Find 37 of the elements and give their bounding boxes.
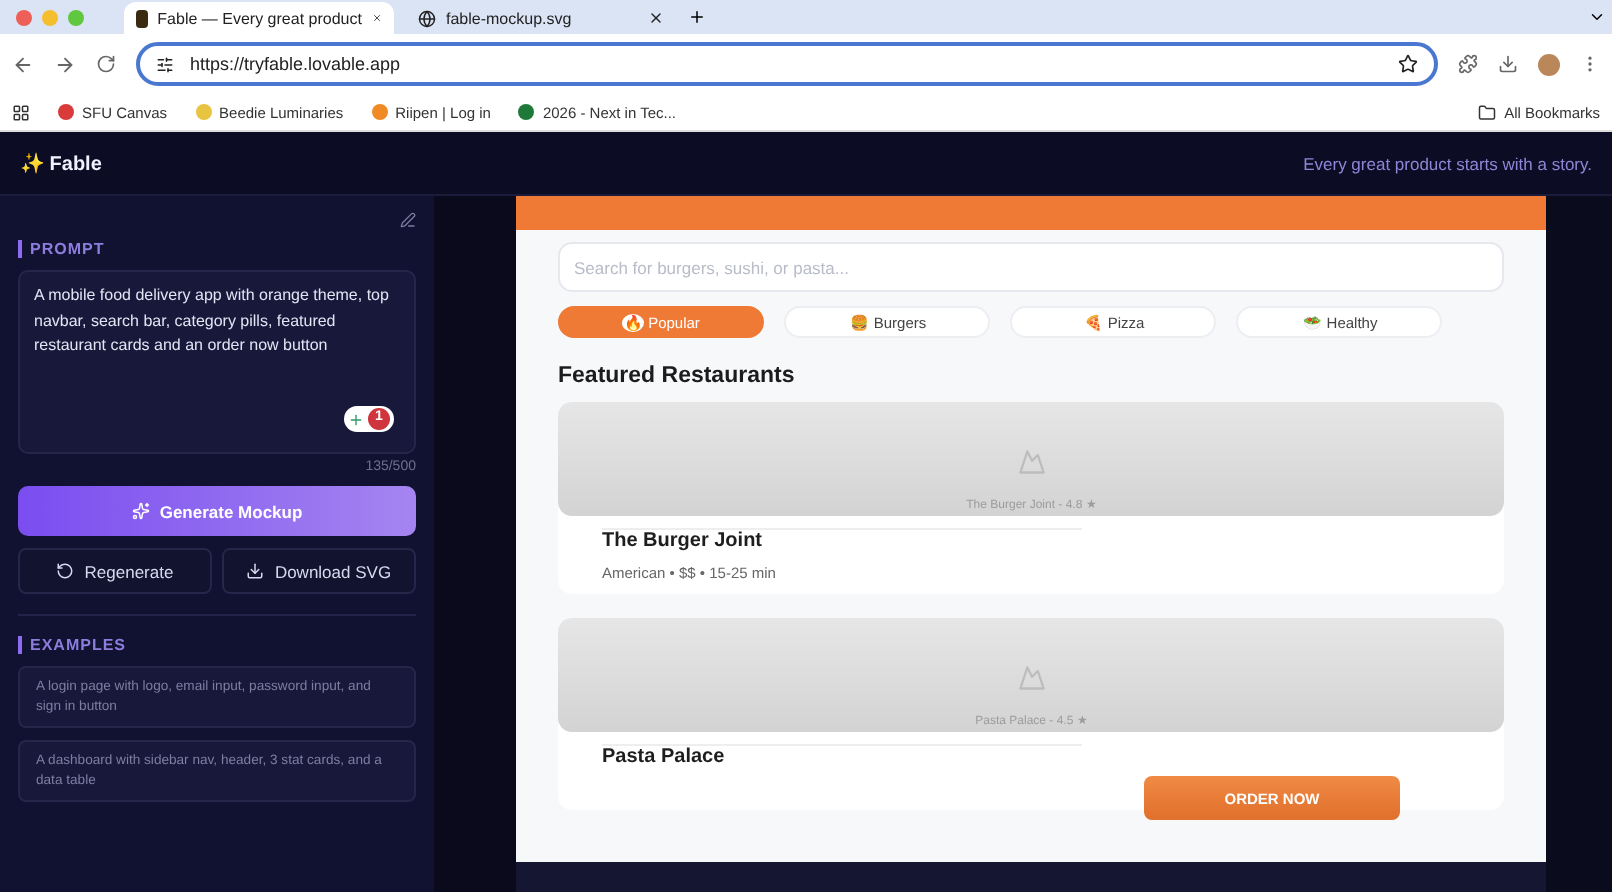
app-logo: ✨ Fable (20, 151, 102, 175)
star-icon[interactable] (1398, 54, 1418, 74)
browser-tab[interactable]: Fable — Every great product (124, 2, 394, 34)
close-window-button[interactable] (16, 9, 32, 25)
download-icon[interactable] (1498, 54, 1518, 74)
section-heading: PROMPT (18, 240, 416, 258)
section-title: Featured Restaurants (558, 364, 797, 388)
close-icon[interactable] (371, 10, 382, 26)
restaurant-name: Pasta Palace (602, 744, 1082, 768)
globe-icon (418, 9, 436, 27)
restaurant-name: The Burger Joint (602, 528, 1082, 552)
extensions-icon[interactable] (1458, 54, 1478, 74)
sparkle-icon (131, 502, 150, 520)
reload-icon[interactable] (96, 54, 116, 74)
chevron-icon[interactable] (1588, 8, 1606, 26)
close-icon[interactable] (648, 10, 664, 26)
app-icon (136, 9, 148, 27)
avatar[interactable] (1538, 53, 1560, 75)
image-icon (1017, 664, 1045, 692)
pen-icon[interactable] (400, 212, 416, 228)
address-field[interactable]: https://tryfable.lovable.app (136, 42, 1438, 86)
browser-tab[interactable]: fable-mockup.svg (406, 2, 676, 34)
forward-icon[interactable] (54, 53, 76, 75)
image-icon (1017, 448, 1045, 476)
download-icon (246, 562, 265, 580)
folder-icon (1478, 103, 1497, 121)
generate-button[interactable]: Generate Mockup (18, 486, 416, 536)
regenerate-button[interactable]: Regenerate (18, 548, 212, 594)
search-field[interactable]: Search for burgers, sushi, or pasta... (558, 242, 1504, 292)
apps-icon[interactable] (12, 103, 30, 121)
regenerate-icon (56, 562, 75, 580)
site-settings-icon[interactable] (156, 55, 174, 73)
tagline: Every great product starts with a story. (1303, 153, 1592, 173)
download-button[interactable]: Download SVG (222, 548, 416, 594)
section-heading: EXAMPLES (18, 636, 416, 654)
back-icon[interactable] (12, 53, 34, 75)
new-tab-icon[interactable] (688, 8, 706, 26)
